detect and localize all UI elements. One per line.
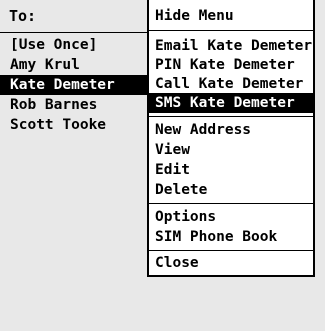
- menu-item-sms[interactable]: SMS Kate Demeter: [149, 93, 313, 113]
- popup-menu[interactable]: Hide Menu Email Kate Demeter PIN Kate De…: [147, 0, 315, 277]
- contact-item-scott-tooke[interactable]: Scott Tooke: [0, 115, 150, 135]
- menu-separator: [149, 203, 313, 204]
- menu-item-pin[interactable]: PIN Kate Demeter: [149, 55, 313, 75]
- menu-item-hide-menu[interactable]: Hide Menu: [149, 6, 313, 26]
- contact-item-rob-barnes[interactable]: Rob Barnes: [0, 95, 150, 115]
- menu-separator: [149, 116, 313, 117]
- menu-item-delete[interactable]: Delete: [149, 180, 313, 200]
- to-label: To:: [9, 7, 37, 25]
- menu-item-email[interactable]: Email Kate Demeter: [149, 36, 313, 56]
- to-header: To:: [0, 0, 147, 33]
- contact-item-use-once[interactable]: [Use Once]: [0, 35, 150, 55]
- menu-item-sim-phone-book[interactable]: SIM Phone Book: [149, 227, 313, 247]
- menu-item-options[interactable]: Options: [149, 207, 313, 227]
- contact-list[interactable]: [Use Once] Amy Krul Kate Demeter Rob Bar…: [0, 35, 150, 135]
- menu-item-call[interactable]: Call Kate Demeter: [149, 74, 313, 94]
- menu-item-new-address[interactable]: New Address: [149, 120, 313, 140]
- menu-separator: [149, 30, 313, 31]
- contact-item-kate-demeter[interactable]: Kate Demeter: [0, 75, 147, 95]
- menu-item-view[interactable]: View: [149, 140, 313, 160]
- menu-item-close[interactable]: Close: [149, 253, 313, 273]
- menu-item-edit[interactable]: Edit: [149, 160, 313, 180]
- menu-separator: [149, 250, 313, 251]
- contact-item-amy-krul[interactable]: Amy Krul: [0, 55, 150, 75]
